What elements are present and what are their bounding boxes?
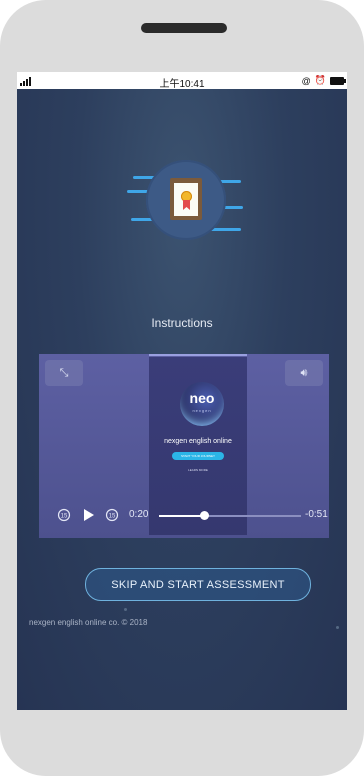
brand-title: nexgen english online <box>164 438 232 445</box>
progress-thumb[interactable] <box>200 511 210 520</box>
logo-subtext: nexgen <box>192 408 212 413</box>
volume-button[interactable]: 🔊︎ <box>285 360 323 386</box>
start-journey-button: START YOUR JOURNEY <box>172 452 224 460</box>
current-time: 0:20 <box>129 509 149 520</box>
volume-icon: 🔊︎ <box>300 366 308 379</box>
status-time: 上午10:41 <box>159 79 205 90</box>
progress-fill <box>159 515 205 517</box>
play-button[interactable] <box>83 508 95 525</box>
app-screen: 上午10:41 @ ⏰ Instructions ⤡ 🔊︎ neo nexgen… <box>17 72 347 710</box>
expand-icon: ⤡ <box>59 366 69 379</box>
status-bar: 上午10:41 @ ⏰ <box>17 72 347 90</box>
svg-text:15: 15 <box>109 514 116 520</box>
battery-icon <box>330 76 346 85</box>
remaining-time: -0:51 <box>305 509 328 520</box>
decorative-dot <box>336 626 339 629</box>
ribbon-icon <box>183 200 190 210</box>
svg-text:15: 15 <box>61 514 68 520</box>
rewind-icon: 15 <box>57 508 71 522</box>
play-icon <box>84 509 94 521</box>
phone-frame: 上午10:41 @ ⏰ Instructions ⤡ 🔊︎ neo nexgen… <box>0 0 364 776</box>
skip-and-start-assessment-button[interactable]: SKIP AND START ASSESSMENT <box>85 568 311 601</box>
footer-copyright: nexgen english online co. © 2018 <box>29 618 148 627</box>
video-player[interactable]: ⤡ 🔊︎ neo nexgen nexgen english online ST… <box>39 354 329 538</box>
at-icon: @ <box>301 75 311 86</box>
status-icons: @ ⏰ <box>301 75 346 86</box>
page-title: Instructions <box>151 316 213 330</box>
learn-more-link: LEARN MORE <box>188 468 208 472</box>
fullscreen-button[interactable]: ⤡ <box>45 360 83 386</box>
logo-text: neo <box>189 390 215 406</box>
rewind-15-button[interactable]: 15 <box>57 508 71 525</box>
forward-15-button[interactable]: 15 <box>105 508 119 525</box>
certificate-badge-illustration <box>127 160 245 248</box>
certificate-icon <box>170 178 202 220</box>
video-controls: 15 15 0:20 -0:51 <box>39 506 329 526</box>
alarm-icon: ⏰ <box>314 75 326 85</box>
forward-icon: 15 <box>105 508 119 522</box>
phone-speaker <box>141 23 227 33</box>
decorative-dot <box>124 608 127 611</box>
